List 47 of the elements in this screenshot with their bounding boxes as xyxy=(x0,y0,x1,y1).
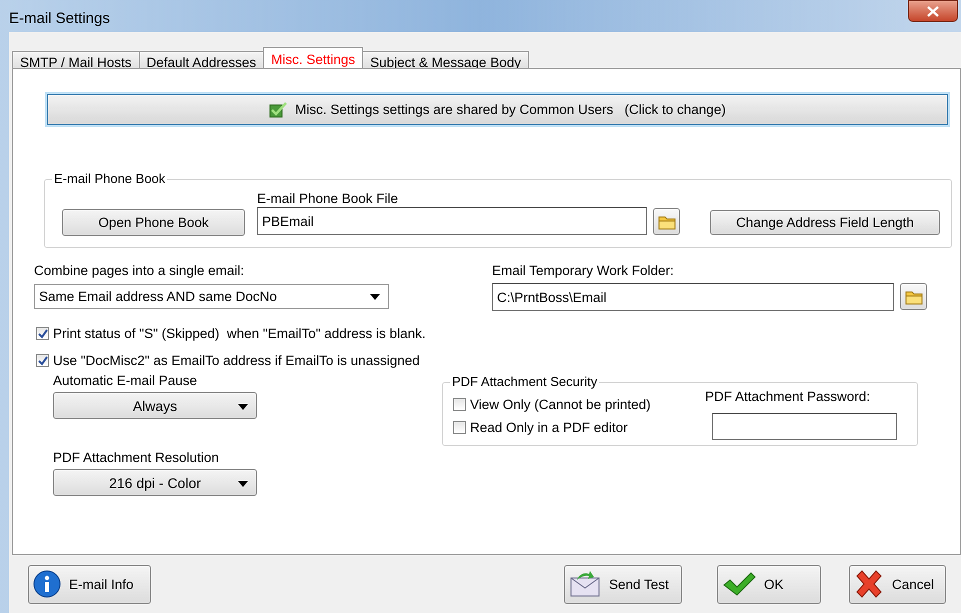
browse-folder-button[interactable] xyxy=(653,208,680,235)
temp-folder-field[interactable]: C:\PrntBoss\Email xyxy=(492,283,894,311)
dropdown-arrow-icon xyxy=(238,481,248,487)
window-title: E-mail Settings xyxy=(9,8,110,26)
field-label: Email Temporary Work Folder: xyxy=(492,263,675,279)
browse-folder-button[interactable] xyxy=(900,283,927,310)
info-icon xyxy=(33,570,61,598)
checkbox-label: Use "DocMisc2" as EmailTo address if EmailTo is unassigned xyxy=(53,353,420,368)
tab[interactable]: Subject & Message Body xyxy=(362,51,529,68)
field-label: PDF Attachment Resolution xyxy=(53,450,220,466)
checkbox-label: View Only (Cannot be printed) xyxy=(470,397,651,412)
open-phone-book-button[interactable]: Open Phone Book xyxy=(62,209,245,236)
password-field[interactable] xyxy=(712,413,897,440)
folder-icon xyxy=(904,288,922,304)
group-legend: E-mail Phone Book xyxy=(52,171,168,186)
tab[interactable]: Default Addresses xyxy=(138,51,264,68)
checkmark-icon xyxy=(722,571,756,597)
cancel-button[interactable]: Cancel xyxy=(849,564,946,604)
send-button[interactable]: Send Test xyxy=(564,564,682,604)
folder-icon xyxy=(658,214,676,230)
x-icon xyxy=(854,569,884,599)
phone-book-file-field[interactable]: PBEmail xyxy=(257,207,647,235)
field-label: PDF Attachment Password: xyxy=(705,389,872,405)
field-label: Automatic E-mail Pause xyxy=(53,373,198,389)
checkbox-label: Read Only in a PDF editor xyxy=(470,420,628,435)
info-button[interactable]: E-mail Info xyxy=(28,564,151,604)
envelope-icon xyxy=(569,570,601,598)
close-icon xyxy=(927,6,939,16)
checkbox-label: Print status of "S" (Skipped) when "EmailTo" address is blank. xyxy=(53,326,426,341)
dropdown-arrow-icon xyxy=(238,404,248,410)
resolution-dropdown[interactable]: 216 dpi - Color xyxy=(53,469,257,496)
close-button[interactable] xyxy=(908,0,958,22)
tab[interactable]: SMTP / Mail Hosts xyxy=(12,51,140,68)
email-pause-dropdown[interactable]: Always xyxy=(53,392,257,419)
field-label: Combine pages into a single email: xyxy=(34,263,246,279)
tab[interactable]: Misc. Settings xyxy=(263,47,364,68)
change-address-field-length-button[interactable]: Change Address Field Length xyxy=(710,210,940,235)
group-legend: PDF Attachment Security xyxy=(450,374,600,389)
field-label: E-mail Phone Book File xyxy=(257,191,400,207)
shared-settings-button[interactable]: Misc. Settings settings are shared by Common Users (Click to change) xyxy=(47,94,948,125)
dropdown-arrow-icon xyxy=(370,294,380,300)
checkbox[interactable] xyxy=(453,398,466,411)
combine-pages-dropdown[interactable]: Same Email address AND same DocNo xyxy=(34,284,389,309)
ok-button[interactable]: OK xyxy=(717,564,821,604)
checkbox[interactable] xyxy=(36,327,49,340)
checkbox[interactable] xyxy=(36,354,49,367)
checkbox[interactable] xyxy=(453,421,466,434)
